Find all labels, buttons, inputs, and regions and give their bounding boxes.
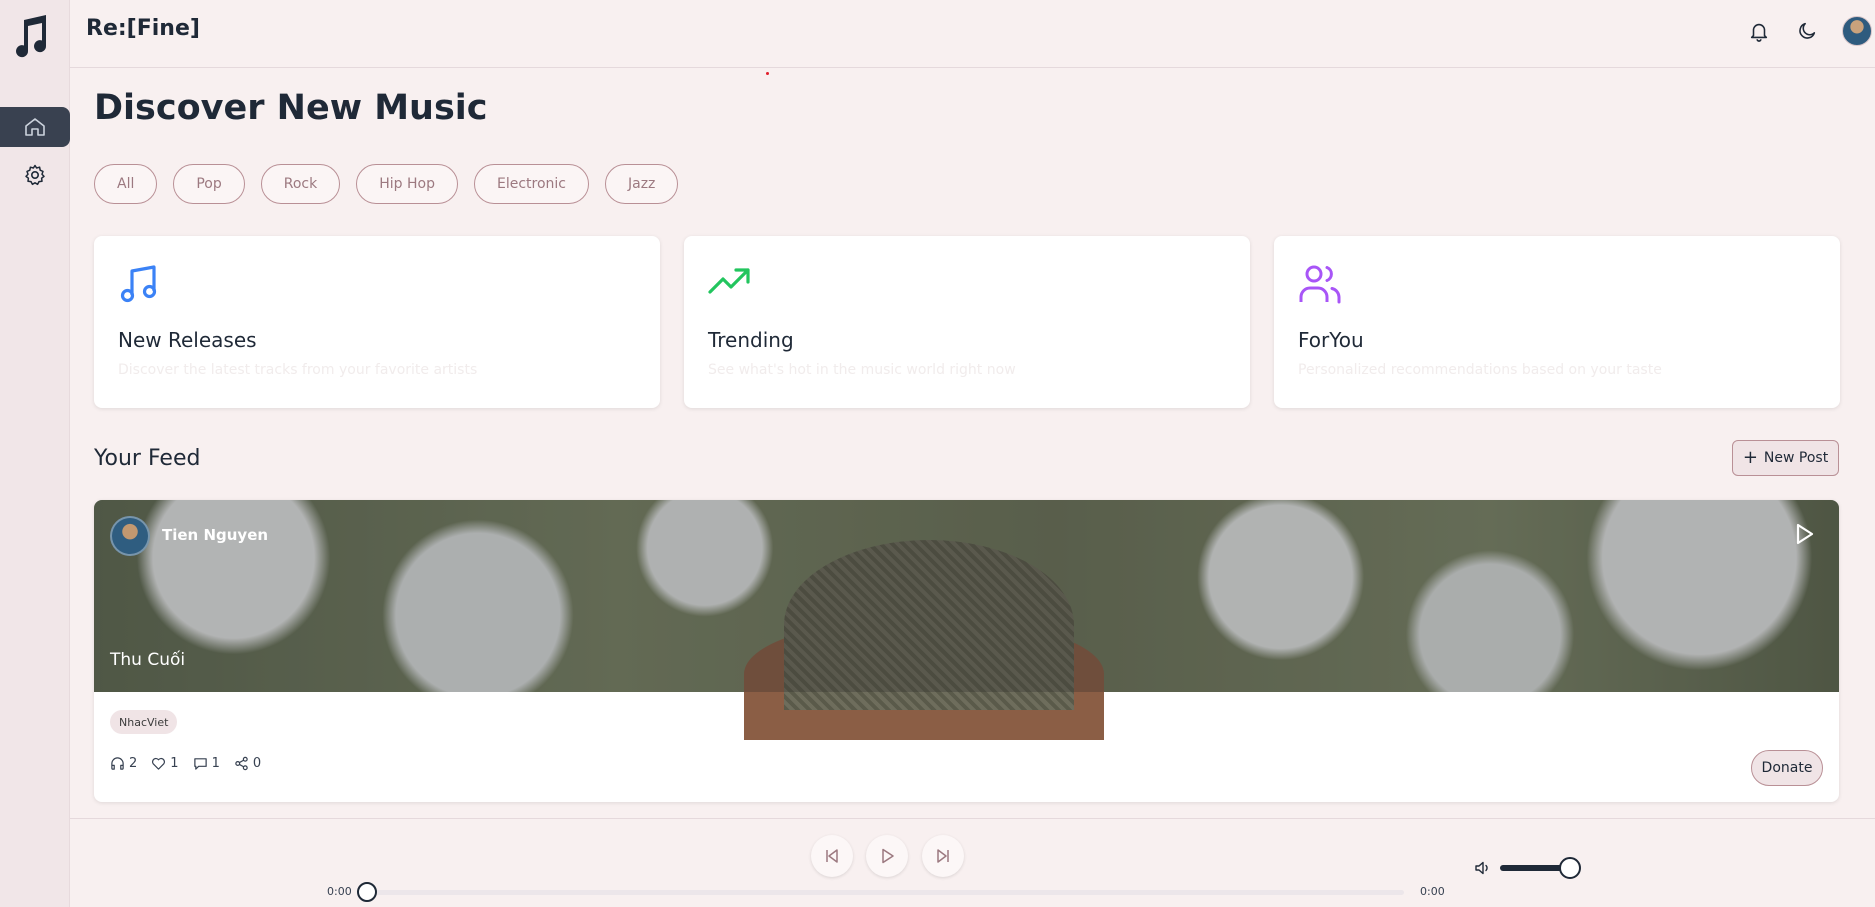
listens-stat: 2 — [110, 756, 137, 771]
post-stats: 2 1 1 0 — [110, 756, 261, 771]
play-icon[interactable] — [1790, 520, 1818, 548]
page-title: Discover New Music — [94, 88, 488, 128]
cover-overlay — [94, 500, 1839, 692]
trending-up-icon — [708, 268, 750, 294]
post-tag[interactable]: NhacViet — [110, 710, 178, 734]
post-author[interactable]: Tien Nguyen — [162, 526, 268, 544]
top-header: Re:[Fine] — [70, 0, 1875, 68]
post-cover-image[interactable]: Tien Nguyen Thu Cuối — [94, 500, 1839, 740]
red-dot — [766, 72, 769, 75]
current-time: 0:00 — [327, 885, 352, 898]
card-trending[interactable]: Trending See what's hot in the music wor… — [684, 236, 1250, 408]
card-description: Personalized recommendations based on yo… — [1298, 362, 1662, 378]
genre-pill-all[interactable]: All — [94, 164, 158, 204]
genre-pill-rock[interactable]: Rock — [260, 164, 341, 204]
play-button[interactable] — [866, 835, 908, 877]
card-new-releases[interactable]: New Releases Discover the latest tracks … — [94, 236, 660, 408]
sidebar-item-settings[interactable] — [0, 155, 70, 195]
genre-pill-hip-hop[interactable]: Hip Hop — [356, 164, 458, 204]
genre-pill-pop[interactable]: Pop — [173, 164, 245, 204]
card-description: See what's hot in the music world right … — [708, 362, 1016, 378]
brand-title[interactable]: Re:[Fine] — [86, 16, 200, 41]
discover-cards: New Releases Discover the latest tracks … — [94, 236, 1840, 408]
user-avatar[interactable] — [1842, 16, 1872, 46]
gear-icon — [25, 164, 45, 186]
card-title: Trending — [708, 328, 794, 352]
heart-icon — [152, 757, 166, 770]
volume-icon[interactable] — [1474, 859, 1492, 877]
likes-stat[interactable]: 1 — [151, 756, 179, 771]
moon-icon[interactable] — [1794, 18, 1820, 44]
feed-title: Your Feed — [94, 446, 201, 471]
shares-stat[interactable]: 0 — [234, 756, 261, 771]
genre-pill-jazz[interactable]: Jazz — [604, 164, 679, 204]
new-post-label: New Post — [1763, 450, 1829, 466]
genre-pill-electronic[interactable]: Electronic — [473, 164, 589, 204]
donate-button[interactable]: Donate — [1751, 750, 1823, 786]
post-song-title: Thu Cuối — [110, 650, 186, 670]
likes-count: 1 — [170, 756, 179, 771]
share-icon — [235, 756, 248, 771]
progress-track[interactable] — [364, 890, 1404, 895]
sidebar-item-home[interactable] — [0, 107, 70, 147]
listens-count: 2 — [129, 756, 138, 771]
progress-knob[interactable] — [357, 882, 377, 902]
home-icon — [25, 118, 45, 136]
play-icon — [882, 848, 894, 864]
bell-icon[interactable] — [1746, 18, 1772, 44]
headphones-icon — [111, 757, 124, 770]
card-title: New Releases — [118, 328, 257, 352]
comments-count: 1 — [211, 756, 220, 771]
next-button[interactable] — [922, 835, 964, 877]
shares-count: 0 — [252, 756, 262, 771]
feed-post: Tien Nguyen Thu Cuối NhacViet 2 1 1 0 Do… — [94, 500, 1839, 802]
author-avatar[interactable] — [110, 516, 150, 556]
music-player: 0:00 0:00 — [70, 818, 1875, 907]
card-title: ForYou — [1298, 328, 1364, 352]
skip-forward-icon — [937, 849, 949, 863]
duration-time: 0:00 — [1420, 885, 1445, 898]
comment-icon — [193, 758, 207, 770]
music-logo-icon[interactable] — [10, 12, 50, 58]
users-icon — [1299, 265, 1341, 304]
volume-knob[interactable] — [1559, 857, 1581, 879]
previous-button[interactable] — [811, 835, 853, 877]
music-note-icon — [120, 265, 157, 303]
sidebar — [0, 0, 70, 907]
comments-stat[interactable]: 1 — [193, 756, 220, 771]
plus-icon: + — [1742, 447, 1758, 468]
genre-filter: All Pop Rock Hip Hop Electronic Jazz — [94, 164, 679, 204]
card-for-you[interactable]: ForYou Personalized recommendations base… — [1274, 236, 1840, 408]
skip-back-icon — [826, 849, 838, 863]
card-description: Discover the latest tracks from your fav… — [118, 362, 478, 378]
new-post-button[interactable]: + New Post — [1732, 440, 1839, 476]
